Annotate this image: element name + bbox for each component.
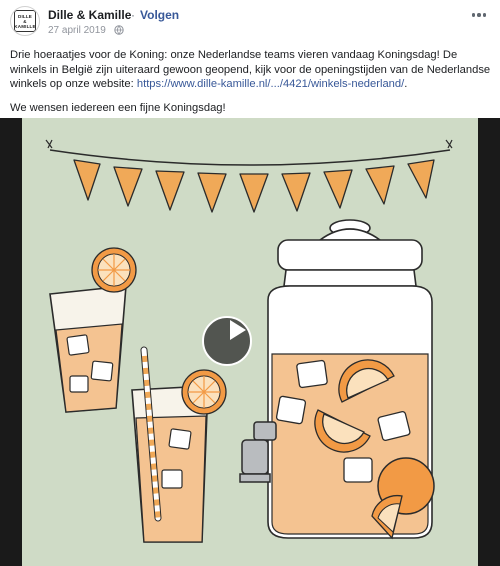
post-paragraph-2: We wensen iedereen een fijne Koningsdag! [10, 101, 226, 114]
facebook-post: DILLE & KAMILLE Dille & Kamille · Volgen… [0, 0, 500, 566]
post-text: Drie hoeraatjes voor de Koning: onze Ned… [10, 48, 492, 124]
follow-button[interactable]: Volgen [140, 8, 179, 22]
avatar[interactable]: DILLE & KAMILLE [10, 6, 40, 36]
avatar-logo: DILLE & KAMILLE [14, 10, 36, 32]
more-options-icon[interactable] [468, 8, 490, 22]
play-button[interactable] [202, 316, 252, 366]
separator-dot: · [131, 8, 135, 22]
video-player[interactable] [0, 118, 500, 566]
avatar-text-3: KAMILLE [14, 23, 36, 29]
website-link[interactable]: https://www.dille-kamille.nl/.../4421/wi… [137, 78, 404, 90]
page-name-link[interactable]: Dille & Kamille [48, 8, 131, 22]
post-paragraph-1: Drie hoeraatjes voor de Koning: onze Ned… [10, 48, 492, 92]
play-icon [230, 320, 246, 340]
post-date[interactable]: 27 april 2019 [48, 25, 106, 36]
globe-icon [114, 25, 124, 35]
post-header: DILLE & KAMILLE Dille & Kamille · Volgen… [10, 6, 490, 40]
post-text-end: . [404, 78, 408, 90]
